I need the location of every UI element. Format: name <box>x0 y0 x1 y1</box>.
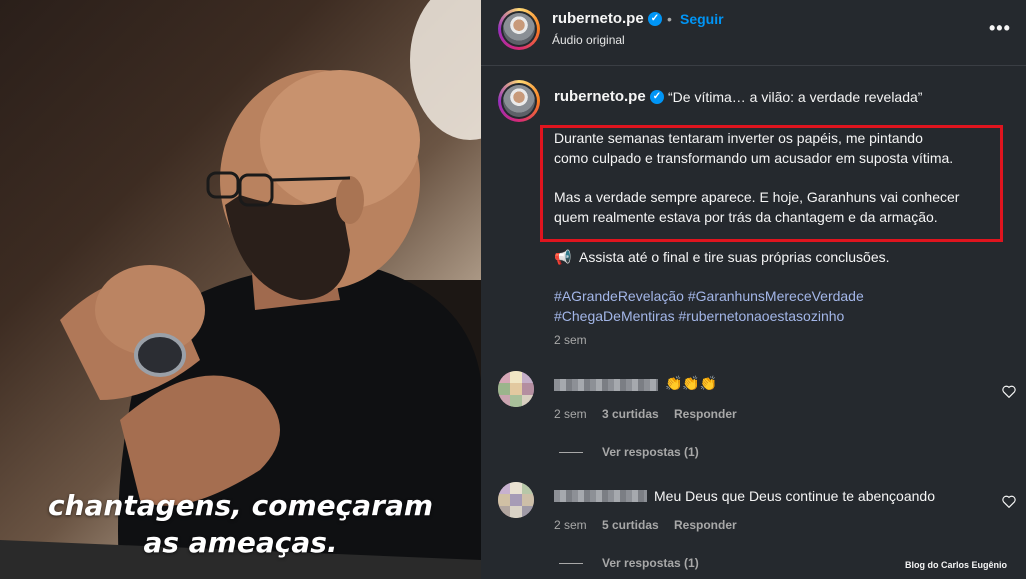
caption-author-username[interactable]: ruberneto.pe <box>554 88 646 105</box>
heart-icon[interactable] <box>1002 385 1016 398</box>
author-username[interactable]: ruberneto.pe <box>552 10 644 27</box>
replies-divider <box>559 563 583 564</box>
comment-avatar[interactable] <box>498 371 534 407</box>
author-avatar[interactable] <box>498 8 540 50</box>
reel-video[interactable]: chantagens, começaram as ameaças. <box>0 0 481 579</box>
reply-button[interactable]: Responder <box>674 407 737 421</box>
megaphone-icon: 📢 <box>554 249 572 265</box>
caption-paragraph2-line2: quem realmente estava por trás da chanta… <box>554 209 938 225</box>
video-caption-line-1: chantagens, começaram <box>47 489 434 522</box>
replies-divider <box>559 452 583 453</box>
comment-time: 2 sem <box>554 407 587 421</box>
view-replies-button[interactable]: Ver respostas (1) <box>602 445 699 459</box>
hashtags-line-1[interactable]: #AGrandeRevelação #GaranhunsMereceVerdad… <box>554 288 864 304</box>
comment-likes[interactable]: 5 curtidas <box>602 518 659 532</box>
caption-cta: Assista até o final e tire suas próprias… <box>579 249 890 265</box>
comment-username-blurred[interactable] <box>554 490 647 502</box>
comment-avatar[interactable] <box>498 482 534 518</box>
view-replies-button[interactable]: Ver respostas (1) <box>602 556 699 570</box>
comment-text: Meu Deus que Deus continue te abençoando <box>654 488 935 504</box>
post-panel: ruberneto.pe ✓ • Seguir Áudio original •… <box>481 0 1026 579</box>
separator-dot: • <box>667 11 672 27</box>
comment-time: 2 sem <box>554 518 587 532</box>
comment-username-blurred[interactable] <box>554 379 658 391</box>
video-caption-line-2: as ameaças. <box>143 526 338 559</box>
post-time: 2 sem <box>554 333 587 347</box>
caption-paragraph1-line1: Durante semanas tentaram inverter os pap… <box>554 130 923 146</box>
caption-paragraph2-line1: Mas a verdade sempre aparece. E hoje, Ga… <box>554 189 960 205</box>
caption-verified-badge-icon: ✓ <box>650 90 664 104</box>
heart-icon[interactable] <box>1002 495 1016 508</box>
blog-watermark: Blog do Carlos Eugênio <box>905 560 1008 570</box>
post-header: ruberneto.pe ✓ • Seguir Áudio original •… <box>481 0 1026 66</box>
more-options-icon[interactable]: ••• <box>989 18 1011 39</box>
hashtags-line-2[interactable]: #ChegaDeMentiras #rubernetonaoestasozinh… <box>554 308 844 324</box>
original-audio-link[interactable]: Áudio original <box>552 33 625 47</box>
caption-author-avatar[interactable] <box>498 80 540 122</box>
caption-paragraph1-line2: como culpado e transformando um acusador… <box>554 150 954 166</box>
verified-badge-icon: ✓ <box>648 12 662 26</box>
comment-likes[interactable]: 3 curtidas <box>602 407 659 421</box>
comment-text: 👏👏👏 <box>665 375 718 391</box>
follow-button[interactable]: Seguir <box>680 11 724 27</box>
reply-button[interactable]: Responder <box>674 518 737 532</box>
post-title: “De vítima… a vilão: a verdade revelada” <box>668 89 923 105</box>
